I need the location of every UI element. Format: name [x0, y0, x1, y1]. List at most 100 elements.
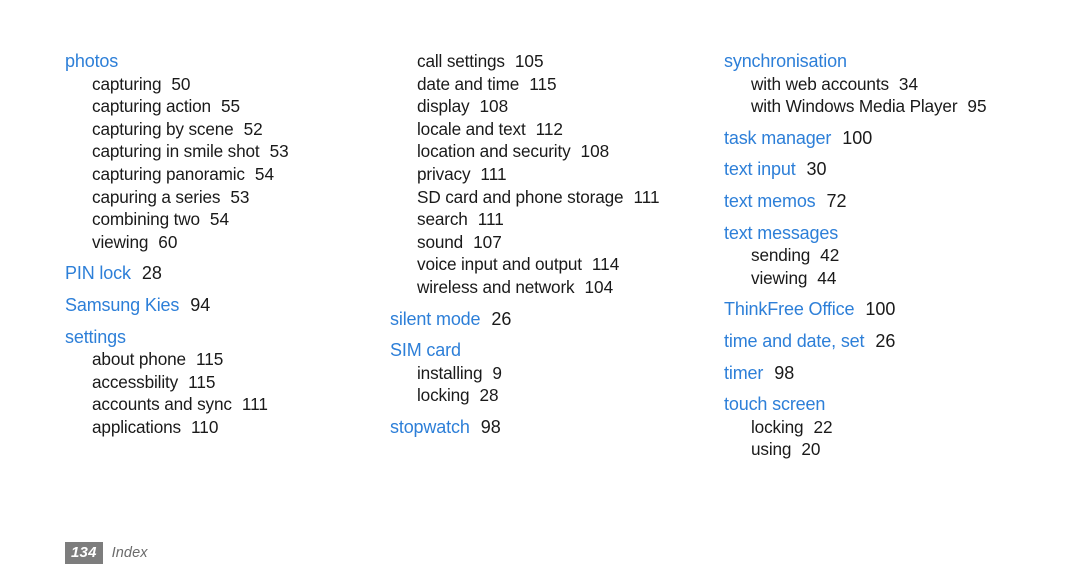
index-subentry: locking 28 [390, 384, 710, 407]
entry-page-number: 26 [491, 308, 512, 329]
index-group: SIM card installing 9 locking 28 [390, 339, 710, 407]
page-footer: 134 Index [65, 542, 148, 564]
entry-label: capturing action [92, 96, 211, 117]
index-subentry: about phone 115 [65, 348, 395, 371]
index-subentry: accounts and sync 111 [65, 393, 395, 416]
entry-page-number: 95 [967, 96, 987, 117]
index-group: stopwatch 98 [390, 416, 710, 439]
index-subentry: with web accounts 34 [724, 73, 1064, 96]
entry-label: ThinkFree Office [724, 299, 855, 320]
index-subentry: locale and text 112 [390, 118, 710, 141]
entry-label: SIM card [390, 340, 461, 361]
index-group: synchronisation with web accounts 34 with W… [724, 50, 1064, 118]
index-subentry: date and time 115 [390, 73, 710, 96]
index-heading: photos [65, 50, 395, 73]
entry-label: wireless and network [417, 276, 575, 297]
entry-label: PIN lock [65, 263, 131, 284]
index-subentry: capturing in smile shot 53 [65, 140, 395, 163]
entry-label: silent mode [390, 308, 481, 329]
index-group: timer 98 [724, 362, 1064, 385]
entry-label: accounts and sync [92, 394, 232, 415]
entry-label: date and time [417, 73, 520, 94]
entry-page-number: 28 [479, 385, 499, 406]
entry-page-number: 108 [580, 141, 610, 162]
entry-label: location and security [417, 141, 571, 162]
index-heading: settings [65, 326, 395, 349]
entry-label: privacy [417, 163, 471, 184]
entry-page-number: 34 [898, 73, 919, 94]
index-subentry: viewing 60 [65, 231, 395, 254]
entry-page-number: 108 [479, 96, 509, 117]
index-heading: synchronisation [724, 50, 1064, 73]
entry-page-number: 110 [190, 416, 219, 437]
entry-label: text memos [724, 190, 816, 211]
index-group: call settings 105 date and time 115 display 1… [390, 50, 710, 299]
index-heading: timer 98 [724, 362, 1064, 385]
entry-page-number: 114 [591, 254, 620, 275]
entry-label: text messages [724, 222, 839, 243]
entry-page-number: 42 [820, 245, 840, 266]
entry-label: time and date, set [724, 330, 865, 351]
entry-page-number: 100 [865, 299, 896, 320]
index-column-3: synchronisation with web accounts 34 with W… [724, 50, 1064, 461]
entry-label: search [417, 209, 468, 230]
footer-section-label: Index [111, 545, 148, 561]
entry-page-number: 54 [209, 209, 230, 230]
entry-page-number: 50 [171, 73, 191, 94]
entry-page-number: 20 [801, 439, 821, 460]
index-heading: PIN lock 28 [65, 262, 395, 285]
index-subentry: capturing action 55 [65, 95, 395, 118]
entry-label: sound [417, 231, 464, 252]
index-heading: text input 30 [724, 158, 1064, 181]
entry-page-number: 100 [842, 127, 873, 148]
entry-label: capuring a series [92, 186, 221, 207]
entry-page-number: 112 [535, 118, 563, 139]
index-heading: text messages [724, 222, 1064, 245]
entry-page-number: 104 [584, 276, 614, 297]
entry-label: accessbility [92, 371, 179, 392]
index-subentry: with Windows Media Player 95 [724, 95, 1064, 118]
index-heading: stopwatch 98 [390, 416, 710, 439]
entry-page-number: 111 [633, 186, 660, 207]
index-heading: touch screen [724, 393, 1064, 416]
entry-label: voice input and output [417, 254, 582, 275]
entry-page-number: 72 [826, 190, 847, 211]
entry-page-number: 53 [230, 186, 250, 207]
entry-label: using [751, 439, 792, 460]
entry-page-number: 94 [190, 294, 211, 315]
index-subentry: voice input and output 114 [390, 253, 710, 276]
entry-page-number: 52 [243, 118, 263, 139]
index-subentry: capturing 50 [65, 73, 395, 96]
entry-page-number: 60 [158, 231, 178, 252]
entry-label: capturing in smile shot [92, 141, 260, 162]
index-subentry: applications 110 [65, 416, 395, 439]
index-subentry: SD card and phone storage 111 [390, 186, 710, 209]
entry-label: with Windows Media Player [751, 96, 958, 117]
entry-page-number: 115 [195, 349, 224, 370]
index-page: photos capturing 50 capturing action 55 captu… [0, 0, 1080, 586]
index-group: text input 30 [724, 158, 1064, 181]
entry-label: display [417, 96, 470, 117]
index-columns: photos capturing 50 capturing action 55 captu… [0, 50, 1080, 510]
entry-page-number: 107 [473, 231, 502, 252]
index-group: PIN lock 28 [65, 262, 395, 285]
index-column-2: call settings 105 date and time 115 display 1… [390, 50, 710, 439]
entry-page-number: 54 [254, 163, 275, 184]
entry-label: SD card and phone storage [417, 186, 624, 207]
index-group: touch screen locking 22 using 20 [724, 393, 1064, 461]
index-subentry: locking 22 [724, 416, 1064, 439]
index-subentry: call settings 105 [390, 50, 710, 73]
index-column-1: photos capturing 50 capturing action 55 captu… [65, 50, 395, 439]
index-heading: text memos 72 [724, 190, 1064, 213]
entry-label: stopwatch [390, 416, 470, 437]
index-subentry: sound 107 [390, 231, 710, 254]
entry-label: capturing by scene [92, 118, 234, 139]
index-subentry: installing 9 [390, 362, 710, 385]
index-subentry: wireless and network 104 [390, 276, 710, 299]
entry-label: locking [417, 385, 470, 406]
entry-label: task manager [724, 127, 832, 148]
entry-page-number: 53 [269, 141, 289, 162]
entry-label: about phone [92, 349, 186, 370]
index-subentry: capuring a series 53 [65, 186, 395, 209]
index-subentry: display 108 [390, 95, 710, 118]
